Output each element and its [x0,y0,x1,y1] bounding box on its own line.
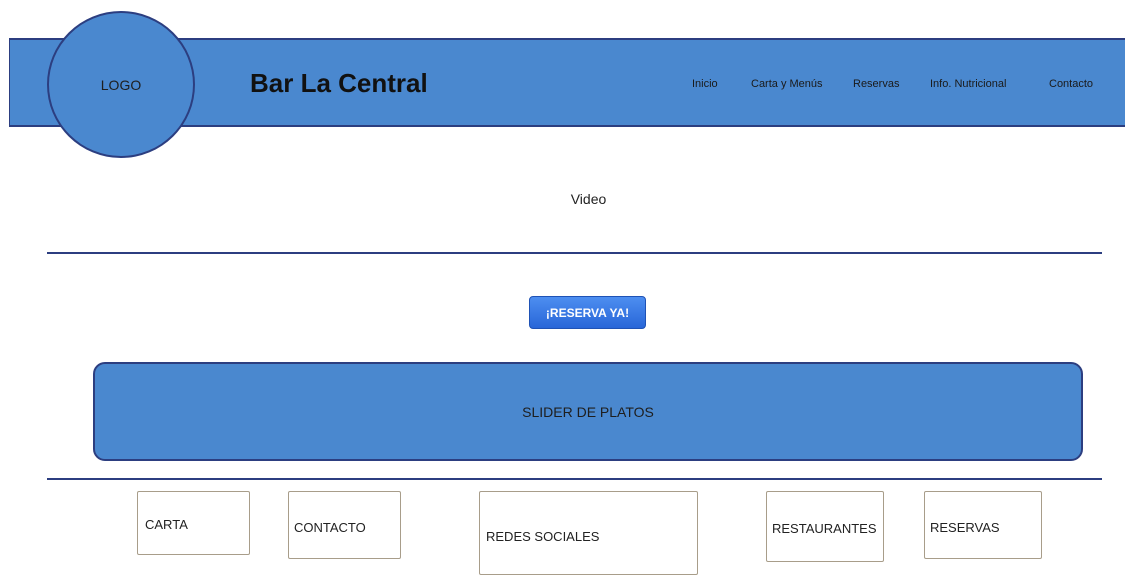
divider-top [47,252,1102,254]
nav-item-reservas[interactable]: Reservas [853,78,899,90]
nav-item-contacto[interactable]: Contacto [1049,78,1093,90]
reserve-now-button[interactable]: ¡RESERVA YA! [529,296,646,329]
footer-box-label: RESERVAS [930,520,1000,535]
slider-label: SLIDER DE PLATOS [522,403,654,420]
footer-box-label: CARTA [145,517,188,532]
video-placeholder: Video [570,191,607,207]
site-title: Bar La Central [250,68,428,98]
footer-box-contacto[interactable]: CONTACTO [288,491,401,559]
footer-box-reservas[interactable]: RESERVAS [924,491,1042,559]
divider-bottom [47,478,1102,480]
dish-slider[interactable]: SLIDER DE PLATOS [93,362,1083,461]
nav-item-carta-y-menus[interactable]: Carta y Menús [751,78,823,90]
logo-label: LOGO [100,76,142,93]
nav-item-info-nutricional[interactable]: Info. Nutricional [930,78,1006,90]
footer-box-label: CONTACTO [294,520,366,535]
nav-item-inicio[interactable]: Inicio [692,78,718,90]
footer-box-restaurantes[interactable]: RESTAURANTES [766,491,884,562]
logo-placeholder[interactable]: LOGO [47,11,195,158]
footer-box-redes-sociales[interactable]: REDES SOCIALES [479,491,698,575]
footer-box-carta[interactable]: CARTA [137,491,250,555]
footer-box-label: RESTAURANTES [772,521,877,536]
footer-box-label: REDES SOCIALES [486,529,600,544]
